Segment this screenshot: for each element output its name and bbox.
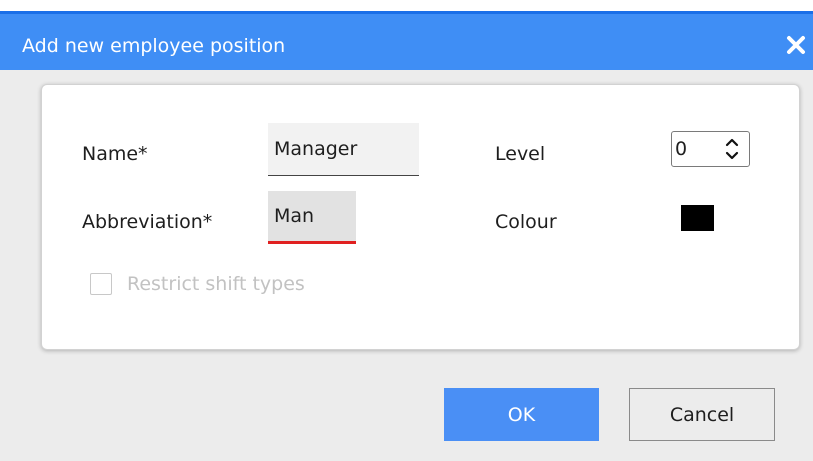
add-position-dialog: Add new employee position Name* Abbrevia… — [0, 11, 813, 461]
abbreviation-label: Abbreviation* — [82, 211, 213, 233]
close-icon[interactable] — [785, 34, 807, 56]
dialog-titlebar: Add new employee position — [0, 11, 813, 70]
dialog-title: Add new employee position — [22, 35, 286, 57]
abbreviation-input[interactable] — [268, 191, 356, 244]
chevron-down-icon[interactable] — [722, 149, 742, 164]
top-strip — [0, 0, 813, 11]
restrict-shift-types-label: Restrict shift types — [127, 273, 305, 295]
level-label: Level — [495, 143, 546, 165]
colour-picker-swatch[interactable] — [681, 205, 714, 231]
level-stepper[interactable] — [671, 131, 750, 167]
colour-label: Colour — [495, 211, 557, 233]
ok-button[interactable]: OK — [444, 388, 599, 441]
restrict-shift-types-checkbox[interactable] — [90, 273, 112, 295]
level-input[interactable] — [675, 136, 715, 162]
chevron-up-icon[interactable] — [722, 135, 742, 150]
form-panel: Name* Abbreviation* Level Colour Restric… — [41, 84, 800, 350]
name-input[interactable] — [268, 123, 419, 176]
name-label: Name* — [82, 143, 148, 165]
cancel-button[interactable]: Cancel — [629, 388, 775, 441]
